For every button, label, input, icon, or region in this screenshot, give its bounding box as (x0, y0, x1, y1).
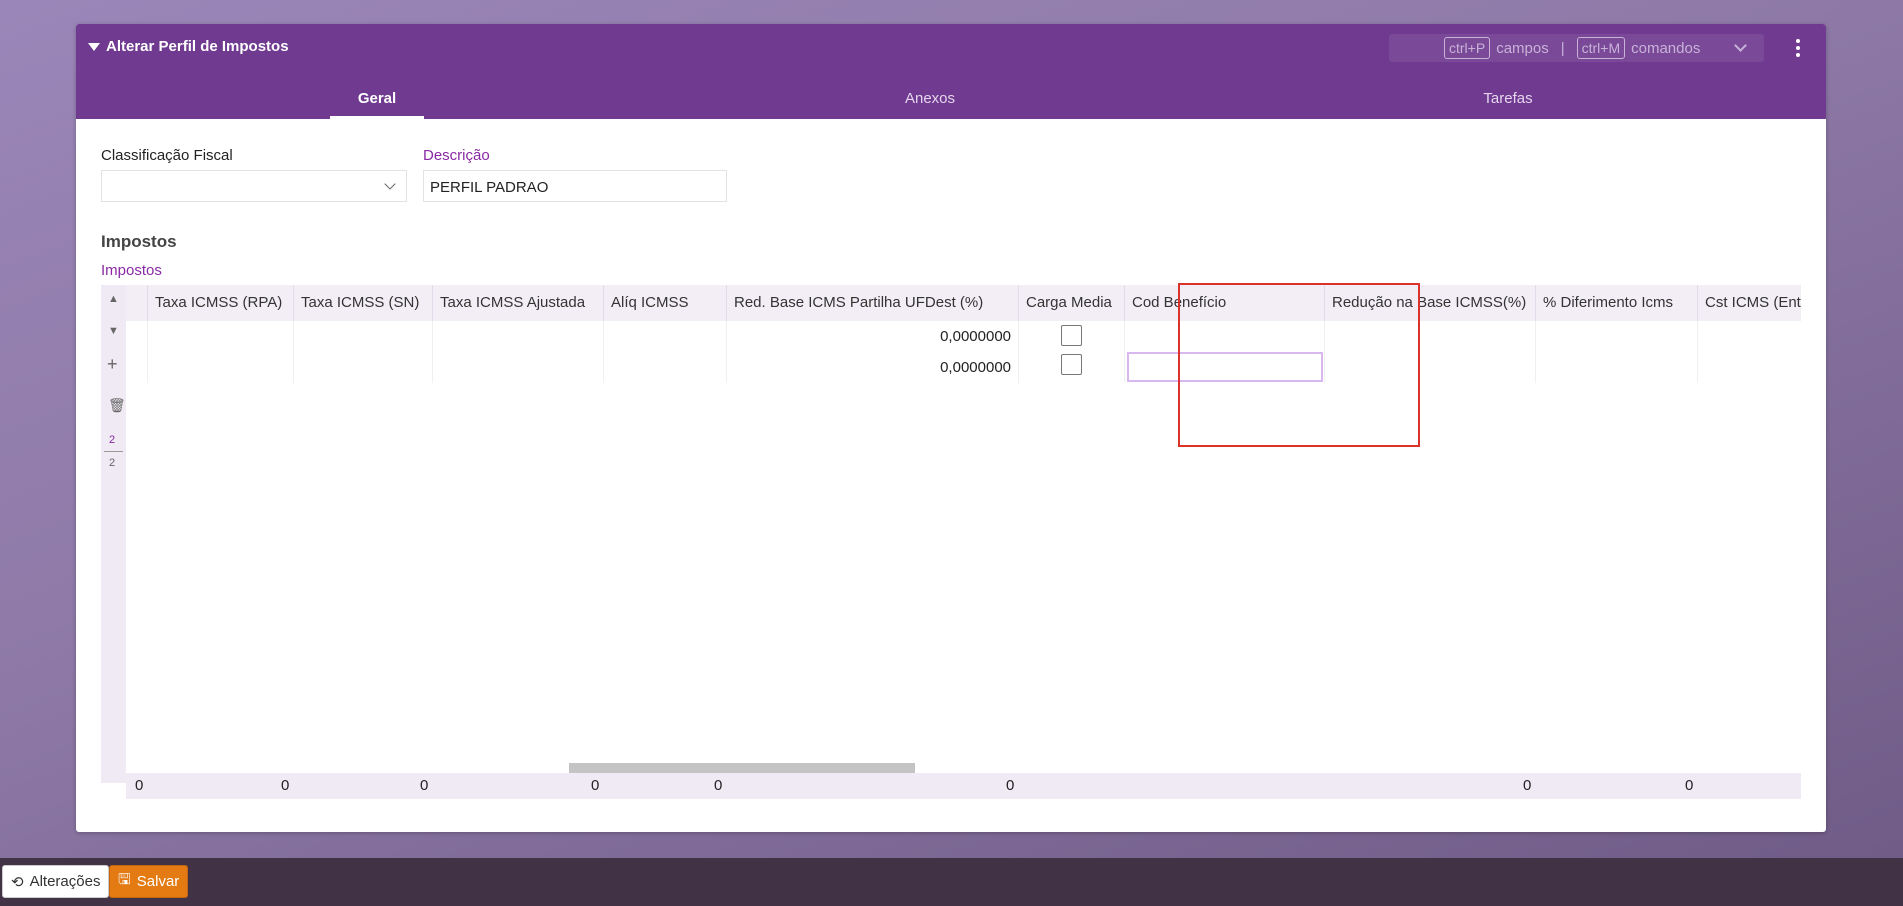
bottom-action-bar: ⟲ Alterações 🖫 Salvar (0, 858, 1903, 906)
descricao-value: PERFIL PADRAO (430, 179, 549, 196)
panel-title-toggle[interactable]: Alterar Perfil de Impostos (88, 38, 289, 55)
total-value: 0 (420, 777, 429, 794)
cell-red-base[interactable]: 0,0000000 (726, 321, 1018, 352)
column-header[interactable]: Alíq ICMSS (603, 285, 726, 321)
tab-geral[interactable]: Geral (330, 86, 424, 119)
cell-red-base[interactable]: 0,0000000 (726, 352, 1018, 383)
cell-taxa-sn[interactable] (293, 321, 432, 352)
pager-total: 2 (109, 457, 116, 469)
carga-media-checkbox[interactable] (1061, 325, 1082, 346)
commands-shortcut-label: comandos (1631, 39, 1701, 57)
table-row[interactable]: 0,0000000 (126, 321, 1801, 352)
cell-aliq-icmss[interactable] (603, 321, 726, 352)
cell-taxa-ajustada[interactable] (432, 321, 603, 352)
column-header[interactable]: Red. Base ICMS Partilha UFDest (%) (726, 285, 1018, 321)
changes-button[interactable]: ⟲ Alterações (2, 865, 110, 898)
total-value: 0 (1523, 777, 1532, 794)
more-options-icon[interactable] (1796, 39, 1800, 57)
column-header[interactable]: Carga Media (1018, 285, 1124, 321)
tab-anexos[interactable]: Anexos (895, 86, 965, 119)
save-label: Salvar (136, 873, 180, 890)
cell-diferimento[interactable] (1535, 352, 1697, 383)
cell-aliq-icmss[interactable] (603, 352, 726, 383)
classificacao-fiscal-label: Classificação Fiscal (101, 147, 233, 164)
cell-cst-icms[interactable] (1697, 321, 1801, 352)
commands-shortcut-key: ctrl+M (1576, 37, 1626, 59)
total-value: 0 (1685, 777, 1694, 794)
column-header[interactable]: Taxa ICMSS (SN) (293, 285, 432, 321)
total-value: 0 (1006, 777, 1015, 794)
impostos-grid-label: Impostos (101, 262, 162, 279)
fields-shortcut-key: ctrl+P (1444, 37, 1491, 59)
tab-bar: Geral Anexos Tarefas (76, 86, 1826, 119)
carga-media-checkbox[interactable] (1061, 354, 1082, 375)
descricao-label: Descrição (423, 147, 490, 164)
total-value: 0 (591, 777, 600, 794)
pager-current: 2 (109, 434, 116, 446)
history-icon: ⟲ (11, 873, 24, 891)
edit-tax-profile-panel: Alterar Perfil de Impostos ctrl+P campos… (76, 24, 1826, 832)
grid-row-toolbar: ▲ ▼ + 🗑 2 2 (101, 285, 126, 783)
panel-header: Alterar Perfil de Impostos ctrl+P campos… (76, 24, 1826, 119)
cell-diferimento[interactable] (1535, 321, 1697, 352)
cell-taxa-rpa[interactable] (147, 352, 293, 383)
pager-divider (104, 451, 123, 452)
chevron-down-icon[interactable] (1734, 39, 1748, 52)
cell-cst-icms[interactable] (1697, 352, 1801, 383)
collapse-up-icon[interactable]: ▲ (108, 293, 119, 305)
classificacao-fiscal-select[interactable] (101, 170, 407, 202)
cell-taxa-sn[interactable] (293, 352, 432, 383)
fields-shortcut-label: campos (1496, 39, 1549, 57)
changes-label: Alterações (29, 873, 101, 890)
impostos-grid: ▲ ▼ + 🗑 2 2 Taxa ICMSS (RPA) Taxa ICMSS … (101, 285, 1801, 799)
save-icon: 🖫 (118, 871, 131, 888)
table-row[interactable]: 0,0000000 (126, 352, 1801, 383)
total-value: 0 (281, 777, 290, 794)
column-header[interactable]: Cst ICMS (Entr (1697, 285, 1801, 321)
column-header[interactable]: % Diferimento Icms (1535, 285, 1697, 321)
grid-header: Taxa ICMSS (RPA) Taxa ICMSS (SN) Taxa IC… (126, 285, 1801, 321)
tab-tarefas[interactable]: Tarefas (1468, 86, 1548, 119)
highlight-box (1178, 283, 1420, 447)
shortcut-bar[interactable]: ctrl+P campos | ctrl+M comandos (1389, 34, 1764, 62)
grid-totals-row: 0 0 0 0 0 0 0 0 (126, 773, 1801, 799)
cell-carga-media (1018, 352, 1124, 383)
panel-title: Alterar Perfil de Impostos (106, 38, 289, 55)
add-row-icon[interactable]: + (107, 354, 118, 375)
chevron-down-icon (384, 178, 396, 190)
descricao-input[interactable]: PERFIL PADRAO (423, 170, 727, 202)
column-header[interactable]: Taxa ICMSS (RPA) (147, 285, 293, 321)
cell-carga-media (1018, 321, 1124, 352)
shortcut-separator: | (1560, 39, 1565, 57)
caret-down-icon (88, 42, 100, 51)
total-value: 0 (714, 777, 723, 794)
cell-taxa-ajustada[interactable] (432, 352, 603, 383)
impostos-section-title: Impostos (101, 232, 177, 251)
cell-taxa-rpa[interactable] (147, 321, 293, 352)
save-button[interactable]: 🖫 Salvar (109, 865, 189, 898)
expand-down-icon[interactable]: ▼ (108, 325, 119, 337)
trash-icon[interactable]: 🗑 (108, 397, 126, 414)
column-header[interactable]: Taxa ICMSS Ajustada (432, 285, 603, 321)
total-value: 0 (135, 777, 144, 794)
